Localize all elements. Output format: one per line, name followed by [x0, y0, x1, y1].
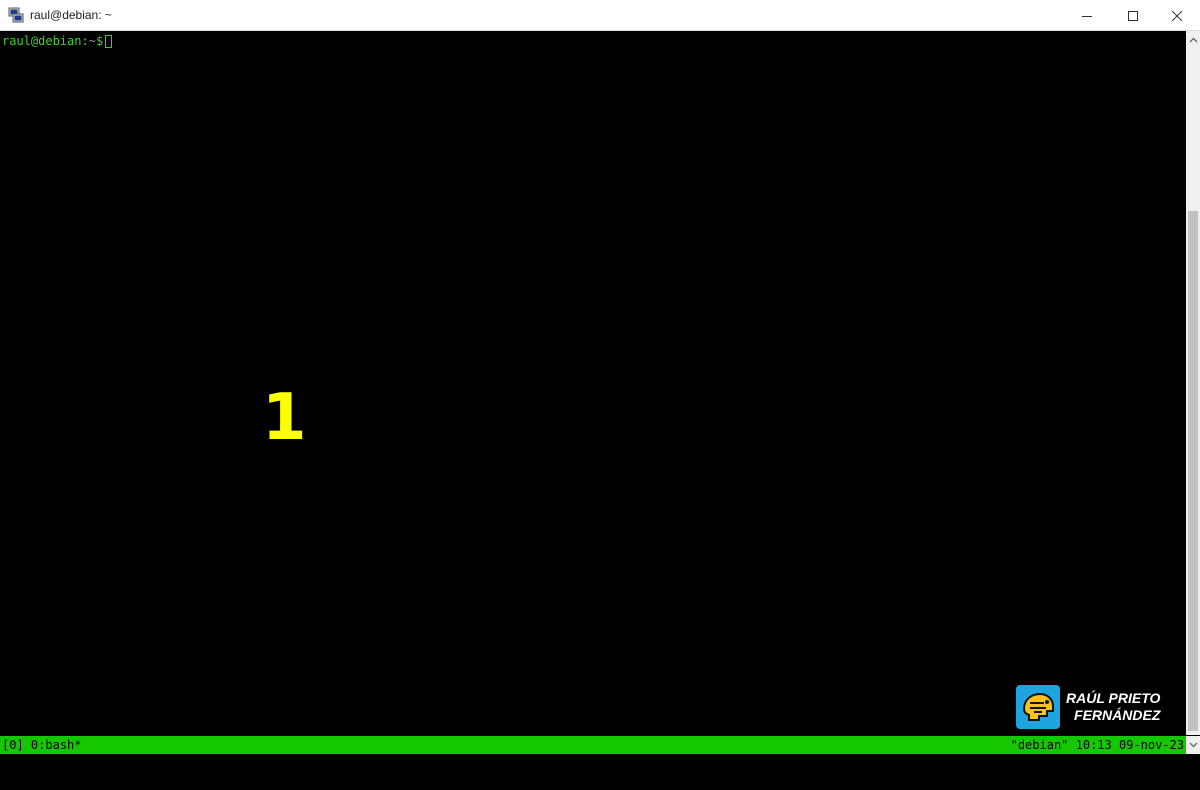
chevron-up-icon: [1189, 37, 1197, 42]
chevron-down-icon: [1189, 742, 1197, 748]
maximize-icon: [1128, 10, 1138, 21]
logo-line-1: RAÚL PRIETO: [1066, 690, 1161, 706]
logo-line-2: FERNÁNDEZ: [1074, 707, 1161, 723]
close-button[interactable]: [1154, 0, 1200, 31]
maximize-button[interactable]: [1110, 0, 1156, 31]
scrollbar-thumb[interactable]: [1188, 211, 1198, 731]
shell-prompt: raul@debian:~$: [2, 34, 113, 48]
scroll-down-button[interactable]: [1186, 736, 1200, 754]
logo-text: RAÚL PRIETO FERNÁNDEZ: [1066, 690, 1160, 724]
prompt-user: raul@debian: [2, 34, 82, 48]
tmux-status-bar: [0] 0:bash* "debian" 10:13 09-nov-23: [0, 736, 1186, 754]
scroll-up-button[interactable]: [1186, 31, 1200, 48]
prompt-symbol: $: [95, 34, 104, 48]
watermark-logo: RAÚL PRIETO FERNÁNDEZ: [1016, 685, 1160, 729]
close-icon: [1171, 10, 1183, 21]
putty-terminal-icon[interactable]: [8, 7, 24, 23]
pane-number-overlay: 1: [262, 381, 307, 455]
minimize-icon: [1082, 15, 1092, 17]
vertical-scrollbar[interactable]: [1186, 31, 1200, 735]
title-bar[interactable]: raul@debian: ~: [0, 0, 1200, 31]
terminal-area[interactable]: raul@debian:~$ 1: [0, 31, 1186, 735]
prompt-separator: :: [81, 34, 89, 48]
window-title: raul@debian: ~: [30, 8, 112, 22]
prompt-path: ~: [88, 34, 96, 48]
tmux-window-list[interactable]: [0] 0:bash*: [2, 736, 81, 754]
terminal-cursor: [105, 35, 113, 48]
helmet-logo-icon: [1016, 685, 1060, 729]
minimize-button[interactable]: [1064, 0, 1110, 31]
tmux-status-right: "debian" 10:13 09-nov-23: [1010, 738, 1184, 752]
